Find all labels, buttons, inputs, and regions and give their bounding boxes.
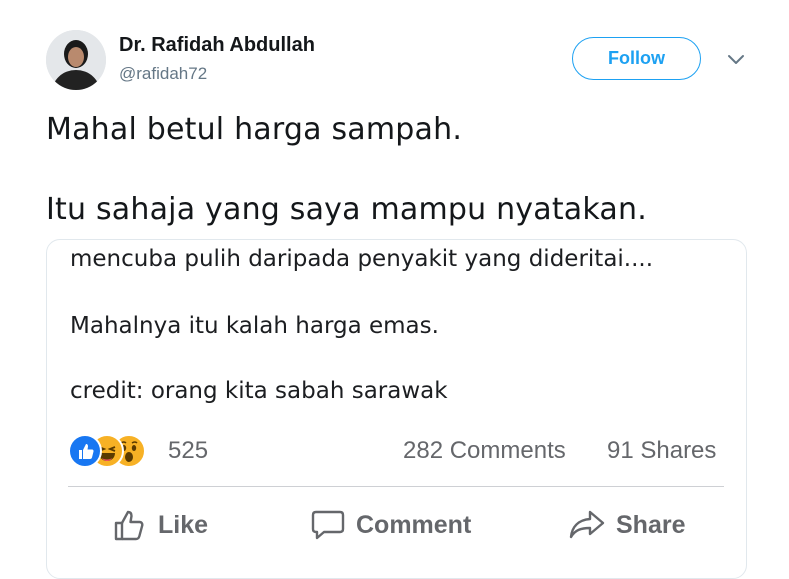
follow-button[interactable]: Follow	[572, 37, 701, 80]
comments-count[interactable]: 282 Comments	[403, 437, 566, 465]
like-reaction-icon	[68, 434, 102, 468]
share-label: Share	[616, 510, 686, 539]
shares-count[interactable]: 91 Shares	[607, 437, 716, 465]
comment-button[interactable]: Comment	[310, 505, 471, 545]
tweet-text-line: Mahal betul harga sampah.	[46, 112, 463, 147]
author-handle[interactable]: @rafidah72	[119, 64, 207, 84]
tweet-text-line: Itu sahaja yang saya mampu nyatakan.	[46, 192, 647, 227]
divider	[68, 486, 724, 487]
reaction-count[interactable]: 525	[168, 437, 208, 465]
comment-bubble-icon	[310, 507, 346, 543]
caret-down-icon[interactable]	[726, 52, 746, 66]
card-text-line: mencuba pulih daripada penyakit yang did…	[70, 246, 654, 272]
author-name[interactable]: Dr. Rafidah Abdullah	[119, 34, 315, 57]
avatar-photo	[46, 30, 106, 90]
comment-label: Comment	[356, 510, 472, 539]
card-text-line: credit: orang kita sabah sarawak	[70, 378, 448, 404]
thumbs-up-icon	[112, 507, 148, 543]
like-button[interactable]: Like	[112, 505, 208, 545]
like-label: Like	[158, 510, 209, 539]
share-arrow-icon	[568, 507, 606, 543]
share-button[interactable]: Share	[568, 505, 685, 545]
reactions-summary[interactable]	[68, 434, 160, 468]
author-avatar[interactable]	[46, 30, 106, 90]
card-text-line: Mahalnya itu kalah harga emas.	[70, 313, 439, 339]
